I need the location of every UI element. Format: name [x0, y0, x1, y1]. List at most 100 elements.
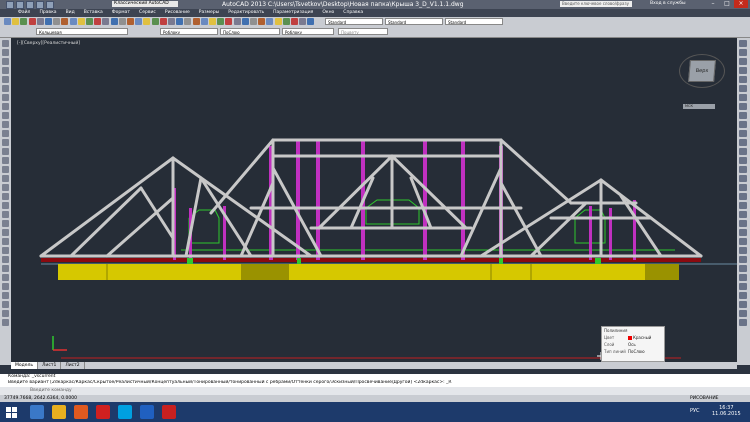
open-icon[interactable]	[16, 1, 24, 9]
modify-tool-button[interactable]	[739, 130, 747, 137]
toolbar-button[interactable]	[241, 18, 249, 25]
menu-item[interactable]: Вид	[66, 9, 75, 17]
toolbar-button[interactable]	[12, 18, 20, 25]
toolbar-button[interactable]	[217, 18, 225, 25]
tab-layout2[interactable]: Лист2	[61, 362, 85, 369]
draw-tool-button[interactable]	[2, 166, 9, 173]
draw-tool-button[interactable]	[2, 184, 9, 191]
draw-tool-button[interactable]	[2, 76, 9, 83]
save-icon[interactable]	[26, 1, 34, 9]
modify-tool-button[interactable]	[739, 319, 747, 326]
word-icon[interactable]	[140, 405, 154, 419]
draw-tool-button[interactable]	[2, 130, 9, 137]
toolbar-button[interactable]	[135, 18, 143, 25]
modify-tool-button[interactable]	[739, 256, 747, 263]
modify-tool-button[interactable]	[739, 121, 747, 128]
draw-tool-button[interactable]	[2, 175, 9, 182]
property-row[interactable]: Цвет Красный	[602, 334, 664, 341]
modify-tool-button[interactable]	[739, 220, 747, 227]
toolbar-button[interactable]	[200, 18, 208, 25]
toolbar-button[interactable]	[299, 18, 307, 25]
draw-tool-button[interactable]	[2, 247, 9, 254]
modify-tool-button[interactable]	[739, 166, 747, 173]
modify-tool-button[interactable]	[739, 301, 747, 308]
toolbar-button[interactable]	[291, 18, 298, 25]
toolbar-button[interactable]	[307, 18, 315, 25]
toolbar-button[interactable]	[282, 18, 290, 25]
firefox-icon[interactable]	[74, 405, 88, 419]
toolbar-button[interactable]	[225, 18, 233, 25]
modify-tool-button[interactable]	[739, 229, 747, 236]
menu-item[interactable]: Параметризация	[273, 9, 313, 17]
property-row[interactable]: Тип линий ПоСлою	[602, 348, 664, 355]
close-icon[interactable]: ×	[734, 0, 748, 8]
modify-tool-button[interactable]	[739, 148, 747, 155]
workspace-mode[interactable]: РИСОВАНИЕ	[690, 395, 719, 402]
modify-tool-button[interactable]	[739, 211, 747, 218]
modify-tool-button[interactable]	[739, 139, 747, 146]
toolbar-button[interactable]	[258, 18, 266, 25]
modify-tool-button[interactable]	[739, 193, 747, 200]
toolbar-button[interactable]	[36, 18, 44, 25]
menu-item[interactable]: Сервис	[139, 9, 156, 17]
toolbar-button[interactable]	[159, 18, 167, 25]
draw-tool-button[interactable]	[2, 274, 9, 281]
toolbar-button[interactable]	[94, 18, 102, 25]
modify-tool-button[interactable]	[739, 94, 747, 101]
draw-tool-button[interactable]	[2, 292, 9, 299]
modify-tool-button[interactable]	[739, 310, 747, 317]
toolbar-button[interactable]	[168, 18, 175, 25]
toolbar-button[interactable]	[69, 18, 77, 25]
draw-tool-button[interactable]	[2, 148, 9, 155]
menu-item[interactable]: Размеры	[199, 9, 219, 17]
search-input[interactable]: Введите ключевое слово/фразу	[560, 1, 632, 7]
modify-tool-button[interactable]	[739, 49, 747, 56]
dim-style-select[interactable]: Standard	[385, 18, 443, 25]
redo-icon[interactable]	[46, 1, 54, 9]
toolbar-button[interactable]	[274, 18, 282, 25]
toolbar-button[interactable]	[127, 18, 134, 25]
modify-tool-button[interactable]	[739, 157, 747, 164]
menu-item[interactable]: Файл	[18, 9, 30, 17]
toolbar-button[interactable]	[151, 18, 159, 25]
tray-language[interactable]: РУС	[690, 408, 700, 414]
draw-tool-button[interactable]	[2, 238, 9, 245]
toolbar-button[interactable]	[176, 18, 184, 25]
draw-tool-button[interactable]	[2, 112, 9, 119]
menu-item[interactable]: Правка	[39, 9, 56, 17]
draw-tool-button[interactable]	[2, 67, 9, 74]
draw-tool-button[interactable]	[2, 121, 9, 128]
draw-tool-button[interactable]	[2, 265, 9, 272]
menu-item[interactable]: Вставка	[84, 9, 103, 17]
toolbar-button[interactable]	[61, 18, 69, 25]
draw-tool-button[interactable]	[2, 202, 9, 209]
command-input[interactable]: Введите команду	[0, 387, 750, 395]
toolbar-button[interactable]	[110, 18, 118, 25]
linetype-select[interactable]: ПоСлою	[220, 28, 280, 35]
menu-item[interactable]: Справка	[343, 9, 363, 17]
modify-tool-button[interactable]	[739, 175, 747, 182]
modify-tool-button[interactable]	[739, 247, 747, 254]
toolbar-button[interactable]	[45, 18, 52, 25]
autocad-icon[interactable]	[162, 405, 176, 419]
toolbar-button[interactable]	[250, 18, 257, 25]
modify-tool-button[interactable]	[739, 184, 747, 191]
draw-tool-button[interactable]	[2, 40, 9, 47]
sign-in-button[interactable]: Вход в службы	[650, 1, 686, 6]
color-select[interactable]: Poблоку	[160, 28, 218, 35]
modify-tool-button[interactable]	[739, 40, 747, 47]
draw-tool-button[interactable]	[2, 220, 9, 227]
toolbar-button[interactable]	[20, 18, 28, 25]
skype-icon[interactable]	[118, 405, 132, 419]
modify-tool-button[interactable]	[739, 265, 747, 272]
toolbar-button[interactable]	[209, 18, 216, 25]
modify-tool-button[interactable]	[739, 76, 747, 83]
modify-tool-button[interactable]	[739, 202, 747, 209]
draw-tool-button[interactable]	[2, 319, 9, 326]
menu-item[interactable]: Рисование	[165, 9, 190, 17]
toolbar-button[interactable]	[192, 18, 200, 25]
maximize-icon[interactable]: □	[720, 0, 734, 8]
draw-tool-button[interactable]	[2, 103, 9, 110]
toolbar-button[interactable]	[53, 18, 61, 25]
table-style-select[interactable]: Standard	[445, 18, 503, 25]
